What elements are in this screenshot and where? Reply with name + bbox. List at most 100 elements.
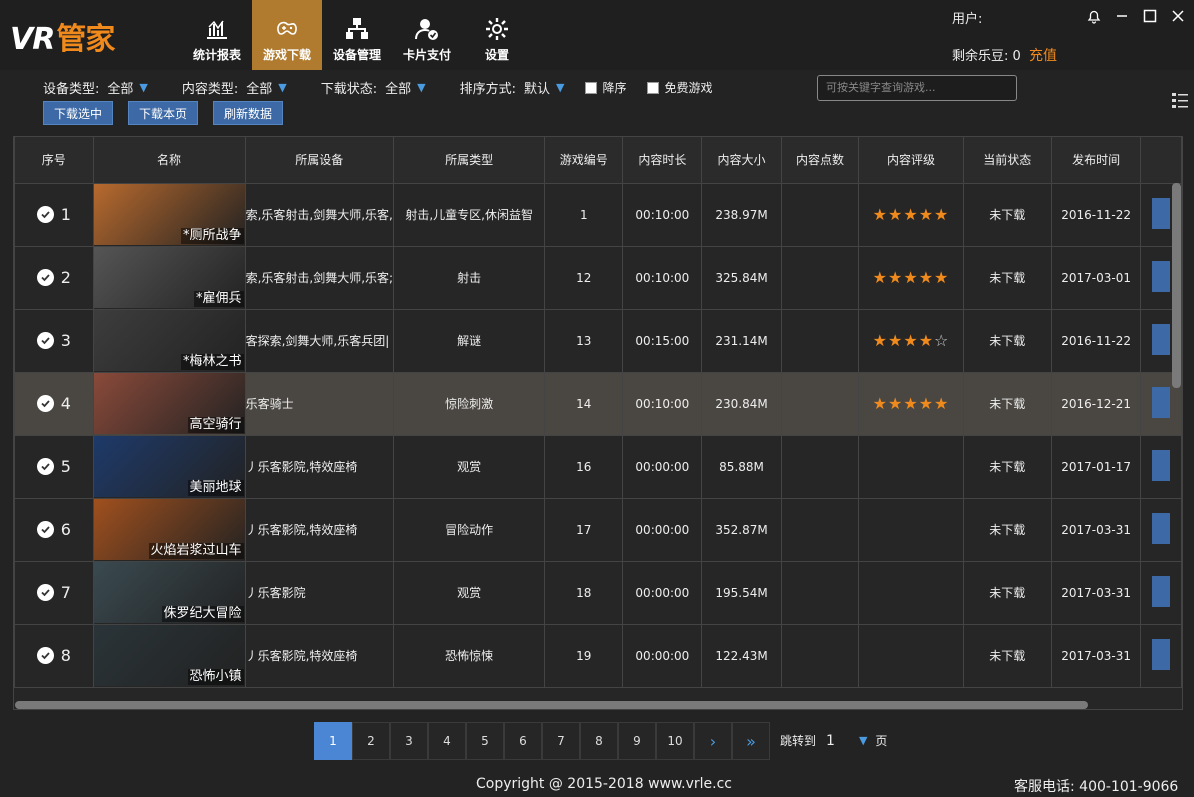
check-icon[interactable] xyxy=(36,269,54,286)
page-button[interactable]: 8 xyxy=(580,722,618,760)
name-cell[interactable]: 侏罗纪大冒险 xyxy=(92,560,246,625)
column-header[interactable]: 所属类型 xyxy=(393,137,546,184)
vertical-scrollbar[interactable] xyxy=(1172,183,1181,388)
column-header[interactable]: 名称 xyxy=(92,137,246,184)
column-header[interactable]: 游戏编号 xyxy=(544,137,624,184)
download-button[interactable] xyxy=(1152,638,1171,670)
table-row[interactable]: 8 恐怖小镇 丿乐客影院,特效座椅 恐怖惊悚 19 00:00:00 122.43M 未下载 2… xyxy=(14,623,1182,688)
chevron-down-icon[interactable]: ▼ xyxy=(417,81,425,94)
column-header[interactable]: 内容大小 xyxy=(701,137,782,184)
name-cell[interactable]: 恐怖小镇 xyxy=(92,623,246,688)
page-button[interactable]: 3 xyxy=(390,722,428,760)
page-button[interactable]: 1 xyxy=(314,722,352,760)
last-page-icon[interactable]: » xyxy=(732,722,770,760)
name-cell[interactable]: 火焰岩浆过山车 xyxy=(92,497,246,562)
chevron-down-icon[interactable]: ▼ xyxy=(278,81,286,94)
chevron-down-icon[interactable]: ▼ xyxy=(859,734,867,747)
check-icon[interactable] xyxy=(36,206,54,223)
game-thumbnail[interactable]: 美丽地球 xyxy=(94,436,245,497)
column-header[interactable]: 内容点数 xyxy=(780,137,860,184)
checkbox-box[interactable] xyxy=(646,81,659,94)
table-row[interactable]: 1 *厕所战争 索,乐客射击,剑舞大师,乐客, 射击,儿童专区,休闲益智 1 00:10:… xyxy=(14,182,1182,247)
row-index-cell[interactable]: 8 xyxy=(14,623,94,688)
name-cell[interactable]: *雇佣兵 xyxy=(92,245,246,310)
download-button[interactable] xyxy=(1152,575,1171,607)
row-index-cell[interactable]: 3 xyxy=(14,308,94,373)
maximize-icon[interactable] xyxy=(1136,6,1164,26)
page-button[interactable]: 5 xyxy=(466,722,504,760)
download-page-button[interactable]: 下载本页 xyxy=(128,101,199,125)
column-header[interactable]: 内容时长 xyxy=(622,137,703,184)
page-button[interactable]: 10 xyxy=(656,722,694,760)
page-button[interactable]: 2 xyxy=(352,722,390,760)
row-index-cell[interactable]: 6 xyxy=(14,497,94,562)
content-type-select[interactable]: 全部 xyxy=(246,78,272,97)
minimize-icon[interactable] xyxy=(1108,6,1136,26)
name-cell[interactable]: *厕所战争 xyxy=(92,182,246,247)
table-row[interactable]: 2 *雇佣兵 索,乐客射击,剑舞大师,乐客; 射击 12 00:10:00 325.84M ★… xyxy=(14,245,1182,310)
game-thumbnail[interactable]: 恐怖小镇 xyxy=(94,625,245,686)
table-row[interactable]: 5 美丽地球 丿乐客影院,特效座椅 观赏 16 00:00:00 85.88M 未下载 2017… xyxy=(14,434,1182,499)
check-icon[interactable] xyxy=(36,584,54,601)
bell-icon[interactable] xyxy=(1080,6,1108,26)
download-button[interactable] xyxy=(1152,449,1171,481)
horizontal-scrollbar[interactable] xyxy=(15,701,1088,709)
sort-select[interactable]: 默认 xyxy=(524,78,550,97)
row-index-cell[interactable]: 7 xyxy=(14,560,94,625)
row-index-cell[interactable]: 5 xyxy=(14,434,94,499)
nav-device-manage[interactable]: 设备管理 xyxy=(322,0,392,70)
page-button[interactable]: 9 xyxy=(618,722,656,760)
table-row[interactable]: 6 火焰岩浆过山车 丿乐客影院,特效座椅 冒险动作 17 00:00:00 352.87M 未… xyxy=(14,497,1182,562)
list-view-icon[interactable] xyxy=(1170,90,1190,110)
table-row[interactable]: 7 侏罗纪大冒险 丿乐客影院 观赏 18 00:00:00 195.54M 未下载 2017-0… xyxy=(14,560,1182,625)
chevron-down-icon[interactable]: ▼ xyxy=(139,81,147,94)
download-button[interactable] xyxy=(1152,197,1171,229)
refresh-button[interactable]: 刷新数据 xyxy=(213,101,284,125)
desc-checkbox[interactable]: 降序 xyxy=(584,79,627,96)
game-thumbnail[interactable]: 高空骑行 xyxy=(94,373,245,434)
nav-stats[interactable]: 统计报表 xyxy=(182,0,252,70)
game-thumbnail[interactable]: *梅林之书 xyxy=(94,310,245,371)
column-header[interactable]: 当前状态 xyxy=(962,137,1052,184)
game-thumbnail[interactable]: *厕所战争 xyxy=(94,184,245,245)
device-type-select[interactable]: 全部 xyxy=(107,78,133,97)
free-checkbox[interactable]: 免费游戏 xyxy=(646,79,713,96)
nav-card-pay[interactable]: 卡片支付 xyxy=(392,0,462,70)
row-index-cell[interactable]: 4 xyxy=(14,371,94,436)
recharge-link[interactable]: 充值 xyxy=(1029,48,1057,64)
column-header[interactable]: 序号 xyxy=(14,137,94,184)
column-header[interactable]: 发布时间 xyxy=(1050,137,1142,184)
download-button[interactable] xyxy=(1152,512,1171,544)
name-cell[interactable]: 高空骑行 xyxy=(92,371,246,436)
check-icon[interactable] xyxy=(36,521,54,538)
download-button[interactable] xyxy=(1152,323,1171,355)
game-thumbnail[interactable]: 火焰岩浆过山车 xyxy=(94,499,245,560)
column-header[interactable]: 所属设备 xyxy=(244,137,395,184)
action-cell[interactable] xyxy=(1140,560,1182,625)
download-selected-button[interactable]: 下载选中 xyxy=(43,101,114,125)
check-icon[interactable] xyxy=(36,395,54,412)
action-cell[interactable] xyxy=(1140,623,1182,688)
download-button[interactable] xyxy=(1152,260,1171,292)
name-cell[interactable]: *梅林之书 xyxy=(92,308,246,373)
download-button[interactable] xyxy=(1152,386,1171,418)
check-icon[interactable] xyxy=(36,458,54,475)
action-cell[interactable] xyxy=(1140,434,1182,499)
row-index-cell[interactable]: 1 xyxy=(14,182,94,247)
name-cell[interactable]: 美丽地球 xyxy=(92,434,246,499)
page-button[interactable]: 6 xyxy=(504,722,542,760)
checkbox-box[interactable] xyxy=(584,81,597,94)
game-thumbnail[interactable]: *雇佣兵 xyxy=(94,247,245,308)
page-button[interactable]: 7 xyxy=(542,722,580,760)
download-status-select[interactable]: 全部 xyxy=(385,78,411,97)
game-thumbnail[interactable]: 侏罗纪大冒险 xyxy=(94,562,245,623)
nav-settings[interactable]: 设置 xyxy=(462,0,532,70)
jump-page-input[interactable]: 1 xyxy=(826,733,835,749)
close-icon[interactable] xyxy=(1164,6,1192,26)
action-cell[interactable] xyxy=(1140,497,1182,562)
table-row[interactable]: 4 高空骑行 乐客骑士 惊险刺激 14 00:10:00 230.84M ★★★★★ 未下载 20… xyxy=(14,371,1182,436)
check-icon[interactable] xyxy=(36,647,54,664)
page-button[interactable]: 4 xyxy=(428,722,466,760)
column-header[interactable]: 内容评级 xyxy=(858,137,964,184)
nav-game-download[interactable]: 游戏下载 xyxy=(252,0,322,70)
